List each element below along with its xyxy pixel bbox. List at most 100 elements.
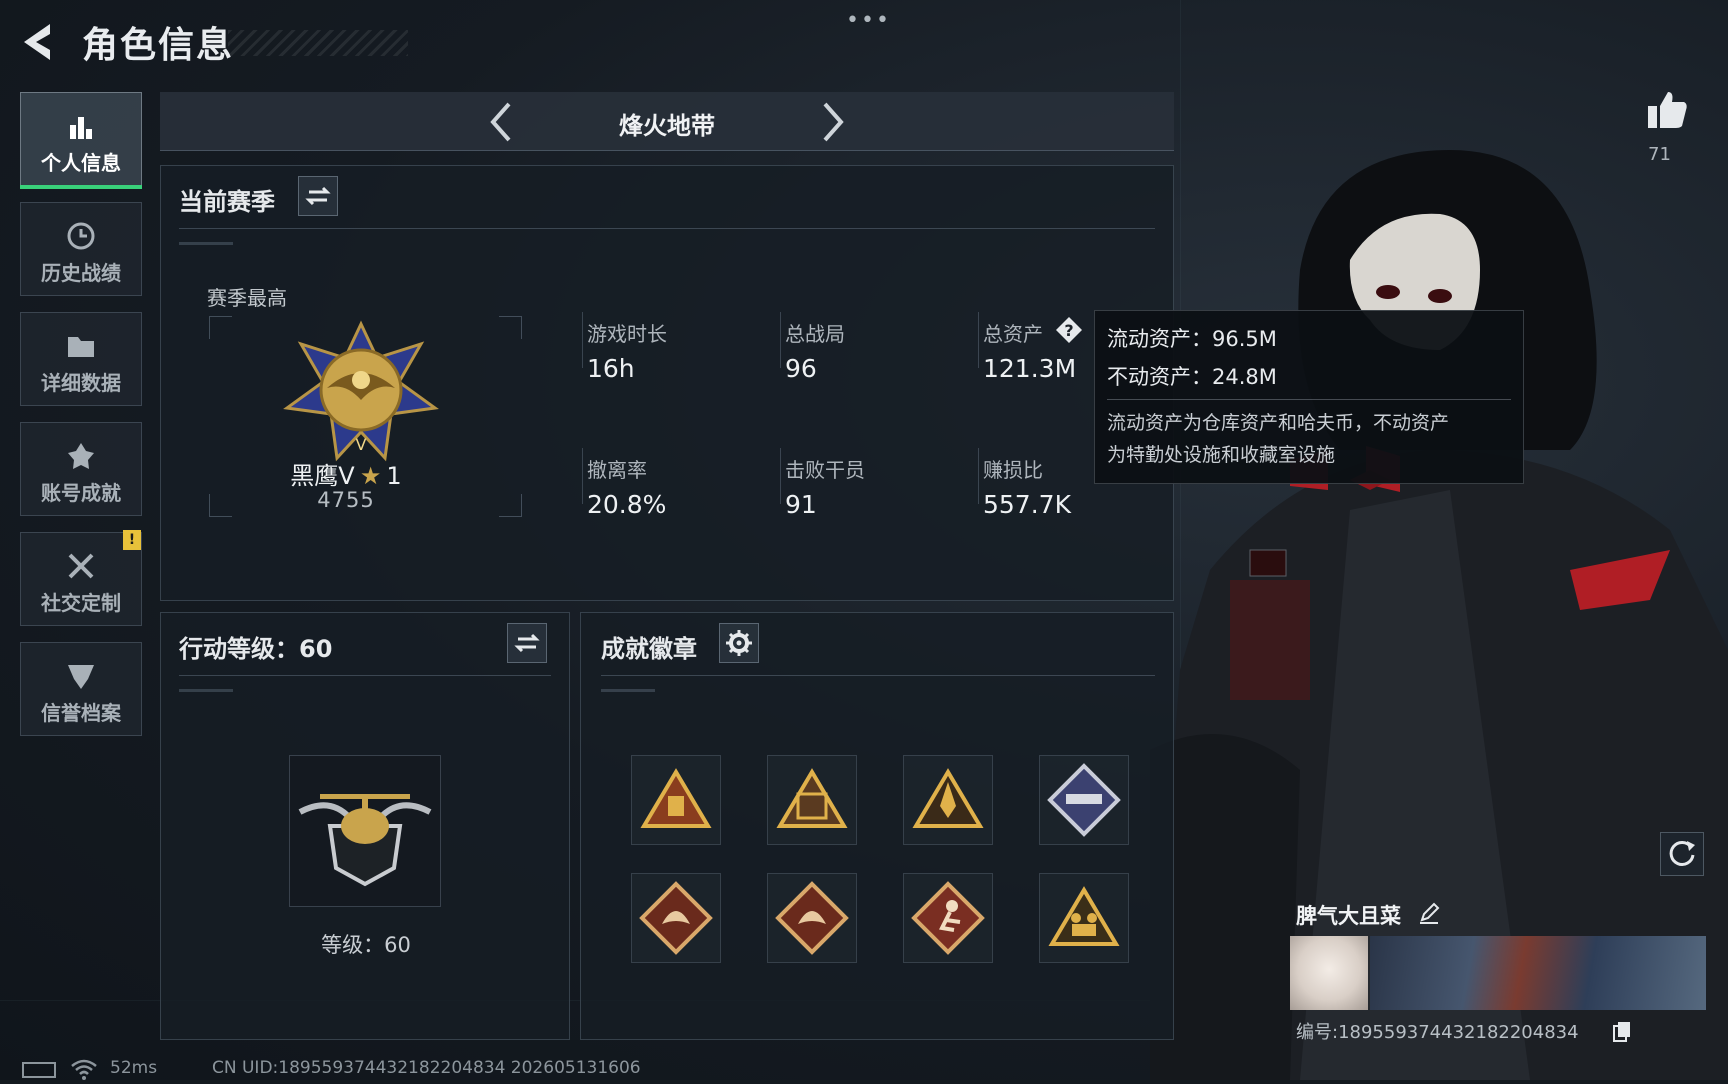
- tooltip-liquid-assets: 流动资产：96.5M: [1107, 327, 1277, 351]
- sidebar-item-detailed-data[interactable]: 详细数据: [20, 312, 142, 406]
- alert-badge: !: [123, 530, 141, 550]
- divider: [978, 312, 979, 368]
- stat-value-total-assets: 121.3M: [983, 354, 1077, 383]
- sidebar-item-achievements[interactable]: 账号成就: [20, 422, 142, 516]
- divider: [179, 689, 233, 692]
- sidebar-item-label: 详细数据: [41, 371, 121, 395]
- pencil-icon: [1420, 902, 1440, 924]
- shield-icon: [68, 665, 94, 689]
- edit-name-button[interactable]: [1418, 902, 1440, 924]
- chevron-right-icon[interactable]: [815, 100, 849, 144]
- stat-label-total-assets: 总资产: [983, 322, 1043, 346]
- level-emblem-frame: [289, 755, 441, 907]
- badge-slot[interactable]: [903, 755, 993, 845]
- back-arrow-icon: [24, 24, 50, 60]
- badge-slot[interactable]: [1039, 873, 1129, 963]
- avatar[interactable]: [1290, 936, 1368, 1010]
- active-indicator: [20, 185, 142, 189]
- help-diamond-icon: ?: [1056, 317, 1082, 343]
- action-level-title: 行动等级：60: [179, 635, 333, 663]
- thumbs-up-icon: [1648, 92, 1687, 128]
- help-button[interactable]: ?: [1055, 316, 1083, 344]
- rank-emblem-icon: V: [283, 320, 439, 462]
- dragon-diamond-badge-icon: [639, 881, 713, 955]
- tools-icon: [68, 553, 94, 579]
- badge-slot[interactable]: [767, 755, 857, 845]
- frame-corner: [209, 316, 232, 339]
- sidebar-item-credit-record[interactable]: 信誉档案: [20, 642, 142, 736]
- badges-settings-button[interactable]: [719, 623, 759, 663]
- season-panel: 当前赛季 赛季最高 V 黑鹰V ★ 1 4755 游戏时长 16h 总战局 96…: [160, 165, 1174, 601]
- warning-triangle-badge-icon: [640, 768, 712, 828]
- folder-icon: [68, 337, 94, 357]
- launcher-diamond-badge-icon: [1047, 763, 1121, 837]
- stat-label-playtime: 游戏时长: [587, 322, 667, 346]
- stat-value-kills: 91: [785, 490, 817, 519]
- rank-score: 4755: [317, 488, 375, 512]
- rocket-triangle-badge-icon: [912, 768, 984, 828]
- sidebar-item-label: 社交定制: [41, 591, 121, 615]
- divider: [601, 689, 655, 692]
- crate-triangle-badge-icon: [776, 768, 848, 828]
- rotate-model-button[interactable]: [1660, 832, 1704, 876]
- badge-slot[interactable]: [767, 873, 857, 963]
- back-button[interactable]: [18, 20, 62, 64]
- sidebar-item-history[interactable]: 历史战绩: [20, 202, 142, 296]
- season-switch-button[interactable]: [298, 176, 338, 216]
- badge-slot[interactable]: [631, 873, 721, 963]
- rank-stars: 1: [386, 462, 402, 490]
- tooltip-description-line2: 为特勤处设施和收藏室设施: [1107, 444, 1336, 466]
- more-menu-icon[interactable]: •••: [846, 8, 891, 33]
- stat-value-extraction-rate: 20.8%: [587, 490, 667, 519]
- badge-slot[interactable]: [631, 755, 721, 845]
- tooltip-fixed-assets: 不动资产：24.8M: [1107, 365, 1277, 389]
- sidebar-item-personal-info[interactable]: 个人信息: [20, 92, 142, 186]
- footer-uid: CN UID:18955937443218220483​4 2026051316…: [212, 1058, 641, 1078]
- action-level-panel: 行动等级：60 等级：60: [160, 612, 570, 1040]
- chevron-left-icon[interactable]: [485, 100, 519, 144]
- like-button[interactable]: [1646, 88, 1688, 132]
- assets-tooltip: 流动资产：96.5M 不动资产：24.8M 流动资产为仓库资产和哈夫币，不动资产…: [1094, 310, 1524, 484]
- level-caption: 等级：60: [321, 933, 411, 957]
- svg-text:V: V: [356, 435, 367, 454]
- divider: [179, 228, 1155, 229]
- badge-slot[interactable]: [903, 873, 993, 963]
- soldiers-triangle-badge-icon: [1048, 886, 1120, 946]
- stat-value-playtime: 16h: [587, 354, 635, 383]
- season-best-label: 赛季最高: [207, 286, 287, 310]
- badge-slot[interactable]: [1039, 755, 1129, 845]
- swap-icon: [305, 186, 331, 206]
- star-icon: ★: [359, 462, 382, 490]
- player-name: 脾气大且菜: [1296, 904, 1401, 928]
- tooltip-description-line1: 流动资产为仓库资产和哈夫币，不动资产: [1107, 412, 1450, 434]
- achievement-badges-panel: 成就徽章: [580, 612, 1174, 1040]
- sidebar-item-label: 账号成就: [41, 481, 121, 505]
- copy-icon: [1613, 1022, 1630, 1042]
- stat-label-matches: 总战局: [785, 322, 845, 346]
- network-ping: 52ms: [110, 1058, 158, 1078]
- bar-chart-icon: [70, 117, 92, 139]
- gear-icon: [726, 630, 752, 656]
- like-count: 71: [1648, 144, 1671, 165]
- rank-line: 黑鹰V ★ 1: [161, 456, 531, 491]
- stat-label-kills: 击败干员: [785, 458, 865, 482]
- stat-label-profit-ratio: 赚损比: [983, 458, 1043, 482]
- profile-banner[interactable]: [1370, 936, 1706, 1010]
- divider: [582, 448, 583, 504]
- stat-label-extraction-rate: 撤离率: [587, 458, 647, 482]
- title-decoration: [228, 30, 408, 56]
- sidebar-item-label: 个人信息: [41, 151, 121, 175]
- divider: [978, 448, 979, 504]
- divider: [179, 675, 551, 676]
- mode-selector: 烽火地带: [160, 92, 1174, 151]
- page-title: 角色信息: [82, 25, 235, 66]
- achievement-icon: [68, 443, 94, 469]
- player-id: 编号:18955937443218220483​4: [1296, 1022, 1579, 1043]
- history-clock-icon: [67, 222, 95, 250]
- rank-name: 黑鹰V: [290, 462, 355, 490]
- divider: [179, 242, 233, 245]
- dragon-diamond-badge-icon: [775, 881, 849, 955]
- copy-id-button[interactable]: [1612, 1020, 1632, 1042]
- level-switch-button[interactable]: [507, 623, 547, 663]
- frame-corner: [499, 316, 522, 339]
